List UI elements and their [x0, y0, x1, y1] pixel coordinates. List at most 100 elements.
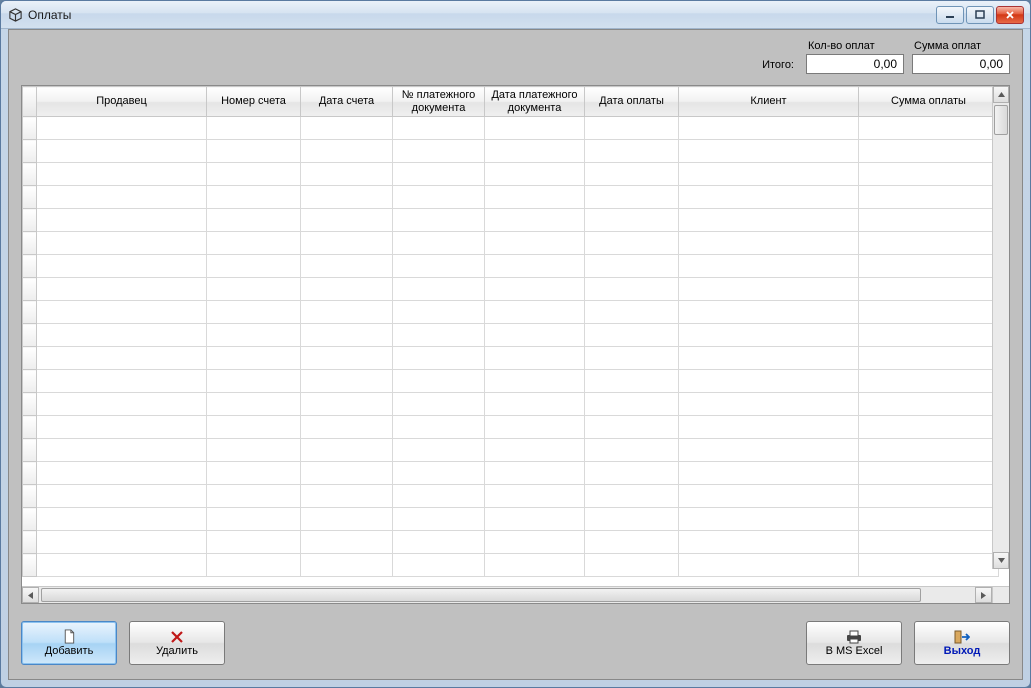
cell[interactable]	[585, 485, 679, 508]
cell[interactable]	[207, 324, 301, 347]
cell[interactable]	[207, 117, 301, 140]
cell[interactable]	[859, 186, 999, 209]
cell[interactable]	[393, 370, 485, 393]
col-client[interactable]: Клиент	[679, 87, 859, 117]
cell[interactable]	[393, 117, 485, 140]
cell[interactable]	[207, 255, 301, 278]
cell[interactable]	[207, 393, 301, 416]
cell[interactable]	[301, 554, 393, 577]
cell[interactable]	[859, 554, 999, 577]
cell[interactable]	[859, 209, 999, 232]
cell[interactable]	[485, 232, 585, 255]
cell[interactable]	[859, 393, 999, 416]
cell[interactable]	[585, 255, 679, 278]
cell[interactable]	[485, 416, 585, 439]
cell[interactable]	[37, 508, 207, 531]
cell[interactable]	[37, 439, 207, 462]
scroll-right-arrow[interactable]	[975, 587, 992, 603]
cell[interactable]	[37, 393, 207, 416]
scroll-up-arrow[interactable]	[993, 86, 1009, 103]
cell[interactable]	[37, 186, 207, 209]
cell[interactable]	[37, 416, 207, 439]
cell[interactable]	[37, 485, 207, 508]
cell[interactable]	[37, 140, 207, 163]
cell[interactable]	[585, 416, 679, 439]
cell[interactable]	[485, 186, 585, 209]
cell[interactable]	[859, 485, 999, 508]
cell[interactable]	[393, 301, 485, 324]
cell[interactable]	[37, 301, 207, 324]
table-row[interactable]	[23, 439, 999, 462]
cell[interactable]	[393, 278, 485, 301]
cell[interactable]	[485, 301, 585, 324]
cell[interactable]	[207, 278, 301, 301]
cell[interactable]	[393, 416, 485, 439]
table-row[interactable]	[23, 255, 999, 278]
cell[interactable]	[859, 439, 999, 462]
cell[interactable]	[485, 508, 585, 531]
cell[interactable]	[37, 163, 207, 186]
cell[interactable]	[207, 209, 301, 232]
cell[interactable]	[207, 439, 301, 462]
cell[interactable]	[485, 439, 585, 462]
cell[interactable]	[207, 554, 301, 577]
cell[interactable]	[301, 209, 393, 232]
cell[interactable]	[485, 255, 585, 278]
cell[interactable]	[485, 324, 585, 347]
cell[interactable]	[679, 278, 859, 301]
cell[interactable]	[679, 370, 859, 393]
cell[interactable]	[37, 347, 207, 370]
cell[interactable]	[393, 485, 485, 508]
cell[interactable]	[301, 393, 393, 416]
cell[interactable]	[859, 324, 999, 347]
maximize-button[interactable]	[966, 6, 994, 24]
cell[interactable]	[207, 347, 301, 370]
cell[interactable]	[393, 255, 485, 278]
table-row[interactable]	[23, 186, 999, 209]
cell[interactable]	[37, 462, 207, 485]
cell[interactable]	[485, 370, 585, 393]
cell[interactable]	[301, 508, 393, 531]
table-row[interactable]	[23, 393, 999, 416]
cell[interactable]	[585, 531, 679, 554]
cell[interactable]	[679, 416, 859, 439]
table-row[interactable]	[23, 324, 999, 347]
col-payment-date[interactable]: Дата оплаты	[585, 87, 679, 117]
cell[interactable]	[585, 232, 679, 255]
cell[interactable]	[301, 370, 393, 393]
cell[interactable]	[679, 209, 859, 232]
cell[interactable]	[485, 554, 585, 577]
minimize-button[interactable]	[936, 6, 964, 24]
table-row[interactable]	[23, 347, 999, 370]
cell[interactable]	[301, 439, 393, 462]
cell[interactable]	[207, 462, 301, 485]
cell[interactable]	[679, 347, 859, 370]
cell[interactable]	[585, 278, 679, 301]
vscroll-thumb[interactable]	[994, 105, 1008, 135]
cell[interactable]	[207, 508, 301, 531]
table-row[interactable]	[23, 554, 999, 577]
col-payment-doc-number[interactable]: № платежного документа	[393, 87, 485, 117]
titlebar[interactable]: Оплаты	[1, 1, 1030, 29]
cell[interactable]	[301, 485, 393, 508]
cell[interactable]	[207, 163, 301, 186]
exit-button[interactable]: Выход	[914, 621, 1010, 665]
scroll-down-arrow[interactable]	[993, 552, 1009, 569]
cell[interactable]	[859, 347, 999, 370]
cell[interactable]	[679, 232, 859, 255]
cell[interactable]	[207, 140, 301, 163]
cell[interactable]	[585, 347, 679, 370]
cell[interactable]	[485, 531, 585, 554]
cell[interactable]	[485, 163, 585, 186]
cell[interactable]	[301, 462, 393, 485]
cell[interactable]	[37, 531, 207, 554]
cell[interactable]	[679, 531, 859, 554]
cell[interactable]	[207, 485, 301, 508]
cell[interactable]	[585, 209, 679, 232]
cell[interactable]	[859, 301, 999, 324]
cell[interactable]	[207, 186, 301, 209]
cell[interactable]	[585, 186, 679, 209]
delete-button[interactable]: Удалить	[129, 621, 225, 665]
cell[interactable]	[37, 324, 207, 347]
cell[interactable]	[485, 462, 585, 485]
